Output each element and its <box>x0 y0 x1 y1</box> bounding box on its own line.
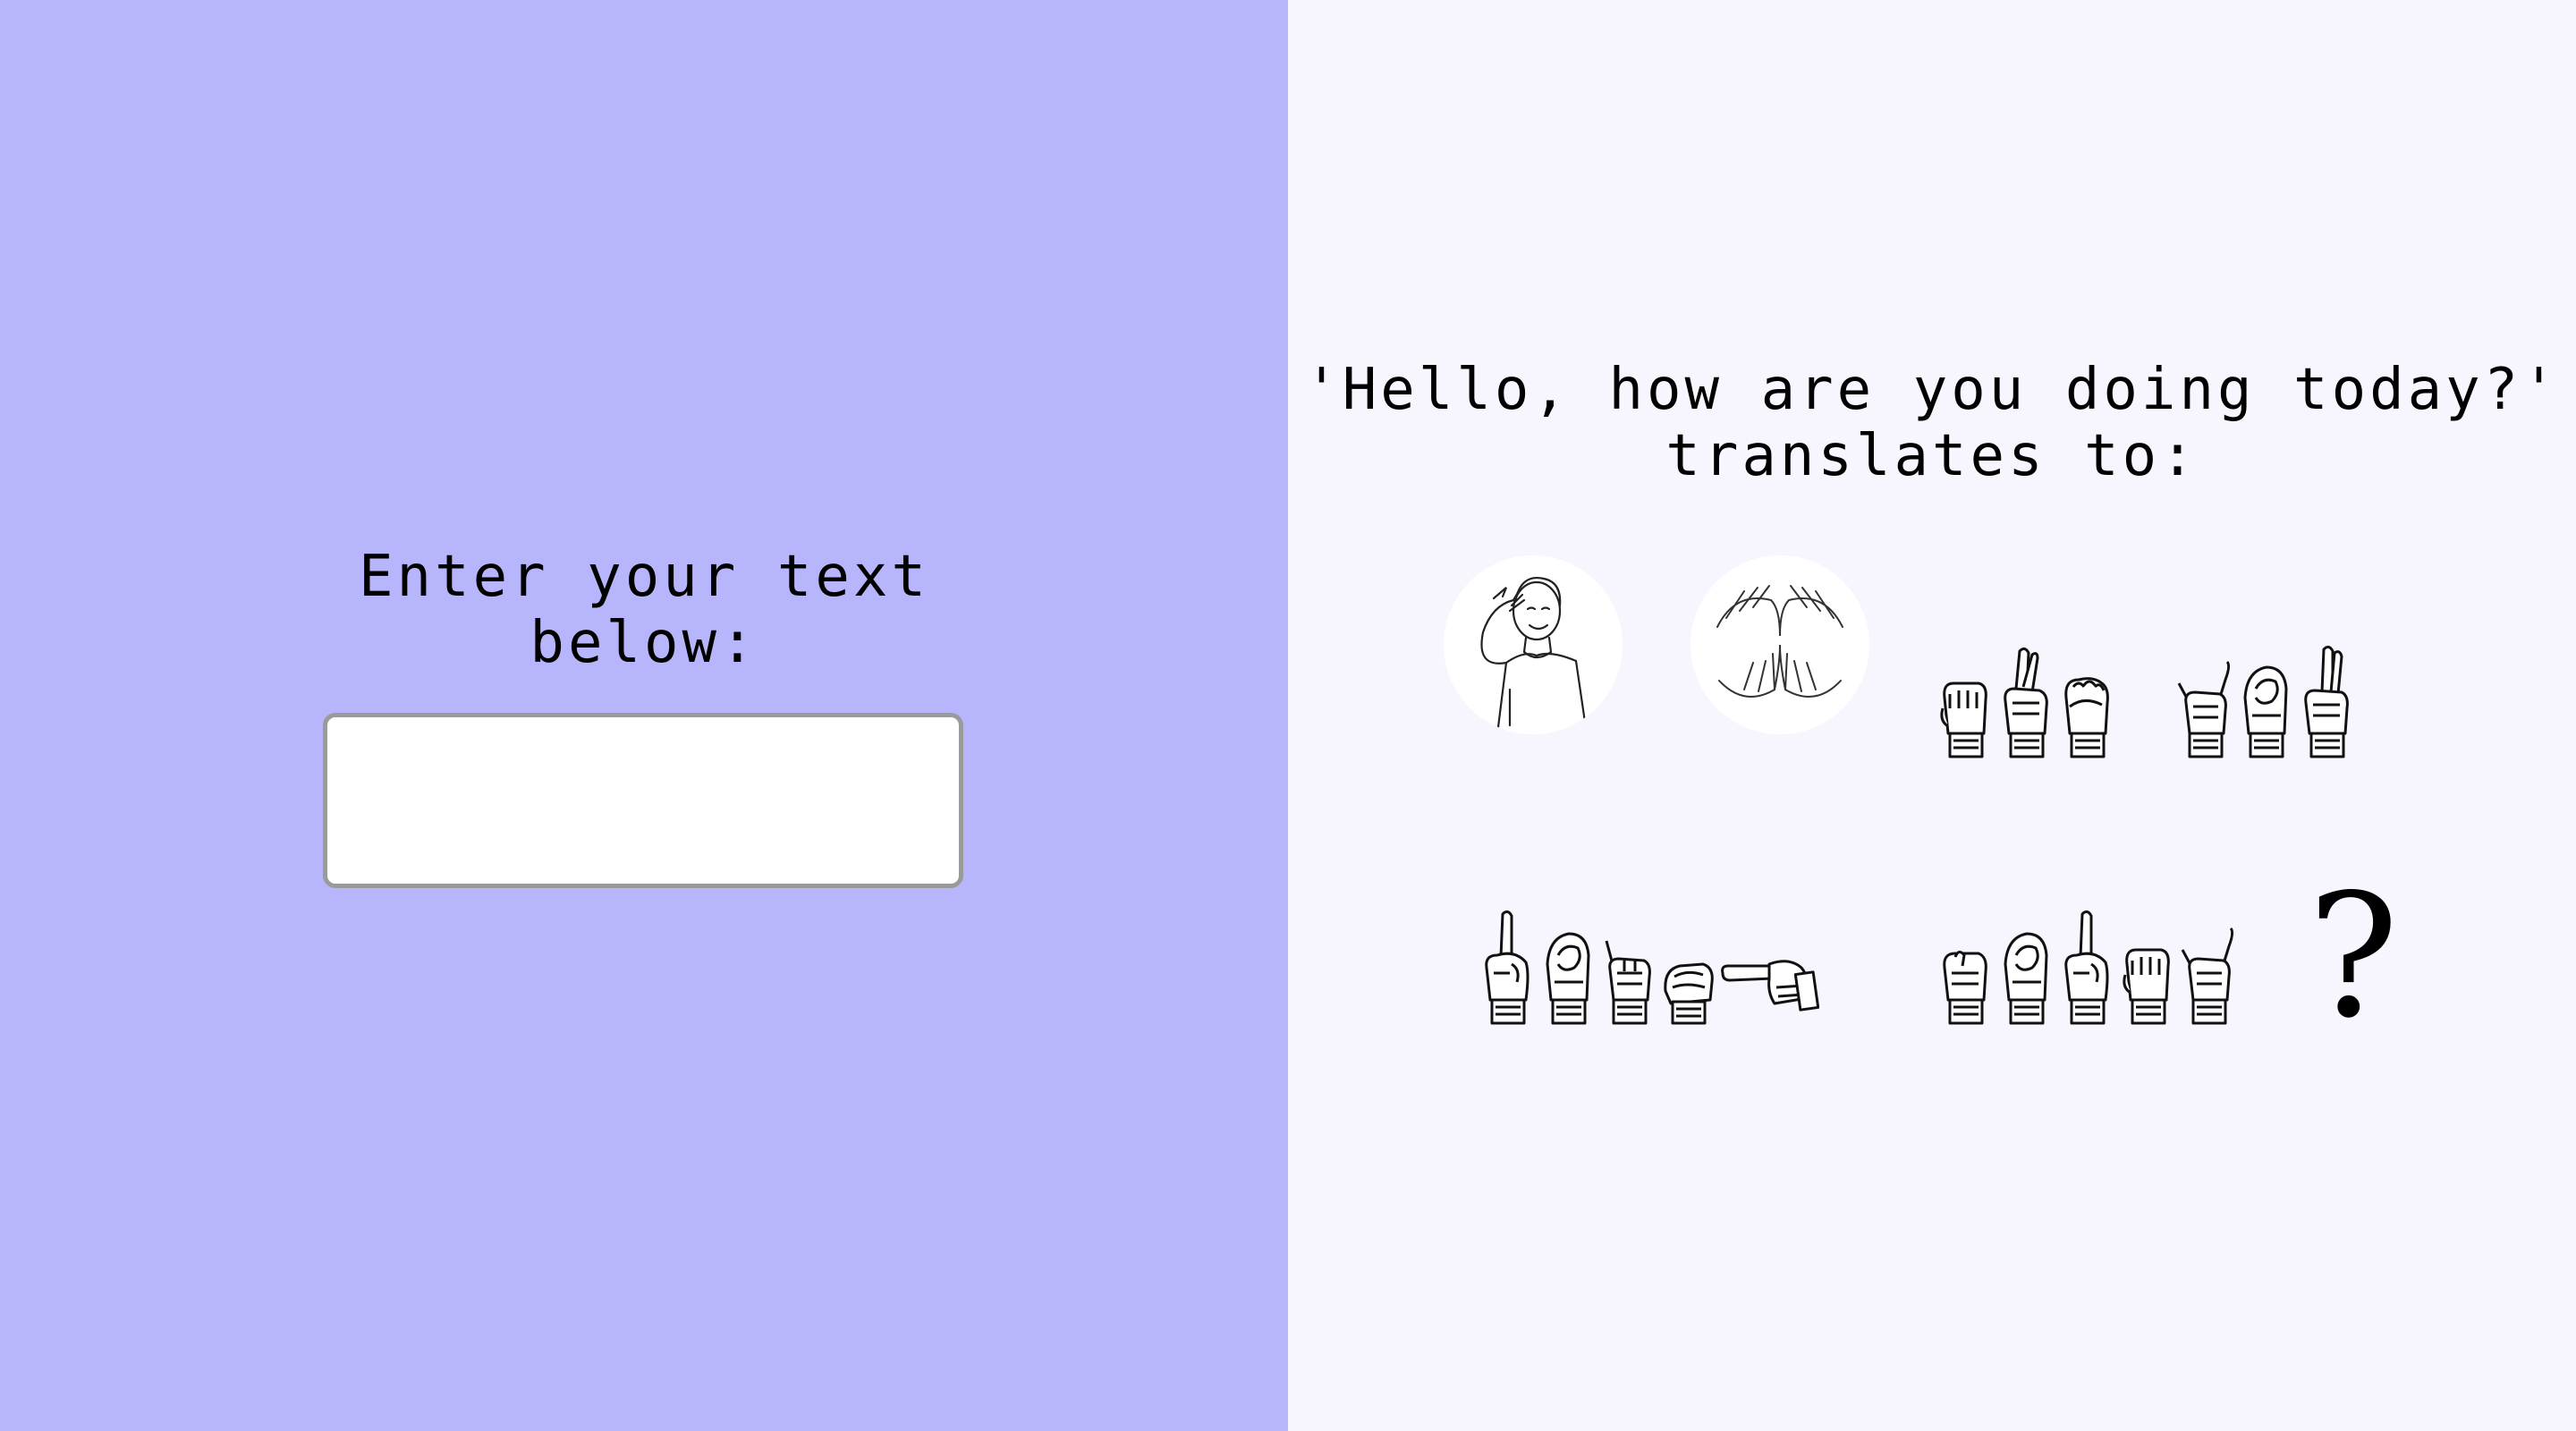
input-prompt-line1: Enter your text <box>359 544 929 610</box>
fingerspell-letter-y-icon <box>2177 660 2231 758</box>
translation-title-line2: translates to: <box>1665 423 2199 489</box>
fingerspell-letter-d-icon <box>2064 910 2109 1025</box>
how-sign-icon <box>1690 555 1869 734</box>
translation-title: 'Hello, how are you doing today?' transl… <box>1288 357 2576 489</box>
fingerspell-word-today <box>1936 910 2234 1027</box>
fingerspell-letter-t-icon <box>1943 951 1987 1025</box>
input-prompt-line2: below: <box>530 610 758 676</box>
fingerspell-letter-e-icon <box>2064 677 2109 758</box>
input-prompt: Enter your text below: <box>0 544 1288 676</box>
question-mark: ? <box>2308 858 2399 1055</box>
fingerspell-letter-u-icon <box>2304 645 2349 758</box>
fingerspell-letter-o-icon <box>1546 932 1590 1025</box>
fingerspell-letter-i-icon <box>1605 940 1651 1025</box>
fingerspell-letter-a-icon <box>2123 948 2170 1025</box>
fingerspell-letter-n-icon <box>1664 962 1714 1025</box>
fingerspell-letter-g-icon <box>1721 960 1819 1012</box>
fingerspell-letter-o-icon <box>2243 665 2288 758</box>
fingerspell-letter-d-icon <box>1485 910 1530 1025</box>
text-input[interactable] <box>323 713 963 888</box>
fingerspell-word-doing <box>1478 910 1819 1027</box>
fingerspell-letter-o-icon <box>2004 932 2048 1025</box>
hello-sign-icon <box>1444 555 1623 734</box>
fingerspell-letter-r-icon <box>2004 647 2048 758</box>
translation-title-line1: 'Hello, how are you doing today?' <box>1304 357 2560 423</box>
fingerspell-letter-y-icon <box>2181 927 2234 1025</box>
input-panel: Enter your text below: <box>0 0 1288 1431</box>
output-panel: 'Hello, how are you doing today?' transl… <box>1288 0 2576 1431</box>
app-root: Enter your text below: 'Hello, how are y… <box>0 0 2576 1431</box>
fingerspell-word-are <box>1936 644 2113 760</box>
fingerspell-letter-a-icon <box>1940 682 1987 758</box>
fingerspell-word-you <box>2175 644 2352 760</box>
